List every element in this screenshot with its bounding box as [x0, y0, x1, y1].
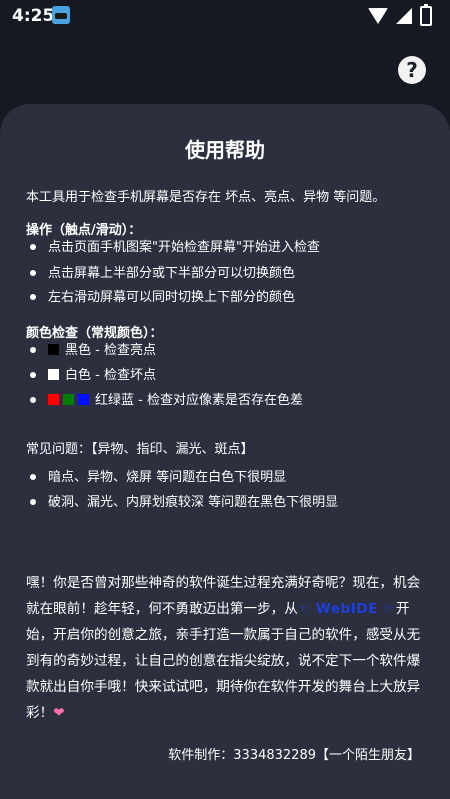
promo-paragraph: 嘿！你是否曾对那些神奇的软件诞生过程充满好奇呢？现在，机会就在眼前！趁年轻，何不…	[26, 570, 430, 726]
faq-heading: 常见问题：【异物、指印、漏光、斑点】	[26, 442, 254, 457]
ops-item-1: 点击页面手机图案"开始检查屏幕"开始进入检查	[48, 240, 320, 255]
battery-icon	[420, 4, 432, 26]
bullet-dot	[30, 397, 36, 403]
signal-icon	[396, 8, 412, 24]
help-card: 使用帮助 本工具用于检查手机屏幕是否存在 坏点、亮点、异物 等问题。 操作（触点…	[0, 104, 450, 799]
color-item-label: 白色 - 检查坏点	[65, 368, 156, 383]
credit-text: 软件制作：3334832289【一个陌生朋友】	[168, 748, 420, 763]
intro-text: 本工具用于检查手机屏幕是否存在 坏点、亮点、异物 等问题。	[26, 190, 386, 205]
ops-item-3: 左右滑动屏幕可以同时切换上下部分的颜色	[48, 290, 296, 305]
bullet-dot	[30, 372, 36, 378]
bullet-dot	[30, 244, 36, 250]
blue-swatch	[78, 394, 89, 405]
green-swatch	[63, 394, 74, 405]
status-icons	[368, 4, 432, 26]
heart-icon: ❤	[53, 705, 65, 721]
bullet-dot	[30, 499, 36, 505]
red-swatch	[48, 394, 59, 405]
promo-text-2: 开始，开启你的创意之旅，亲手打造一款属于自己的软件，感受从无到有的奇妙过程，让自…	[26, 601, 421, 721]
ops-item-2: 点击屏幕上半部分或下半部分可以切换颜色	[48, 266, 296, 281]
app-notification-icon	[52, 6, 70, 24]
status-time: 4:25	[12, 6, 55, 26]
bullet-dot	[30, 474, 36, 480]
faq-item-1: 暗点、异物、烧屏 等问题在白色下很明显	[48, 470, 287, 485]
color-item-white: 白色 - 检查坏点	[48, 364, 156, 383]
help-title: 使用帮助	[185, 138, 265, 162]
bullet-dot	[30, 270, 36, 276]
color-item-black: 黑色 - 检查亮点	[48, 339, 156, 358]
color-item-label: 黑色 - 检查亮点	[65, 343, 156, 358]
bullet-dot	[30, 347, 36, 353]
white-swatch	[48, 369, 59, 380]
bullet-dot	[30, 294, 36, 300]
black-swatch	[48, 344, 59, 355]
color-item-rgb: 红绿蓝 - 检查对应像素是否存在色差	[48, 389, 303, 408]
faq-item-2: 破洞、漏光、内屏划痕较深 等问题在黑色下很明显	[48, 495, 339, 510]
status-bar: 4:25	[0, 0, 450, 32]
wifi-icon	[368, 8, 388, 24]
color-item-label: 红绿蓝 - 检查对应像素是否存在色差	[95, 393, 303, 408]
webide-link[interactable]: ☜ WebIDE ☞	[298, 601, 396, 617]
help-icon-button[interactable]: ?	[398, 56, 426, 84]
